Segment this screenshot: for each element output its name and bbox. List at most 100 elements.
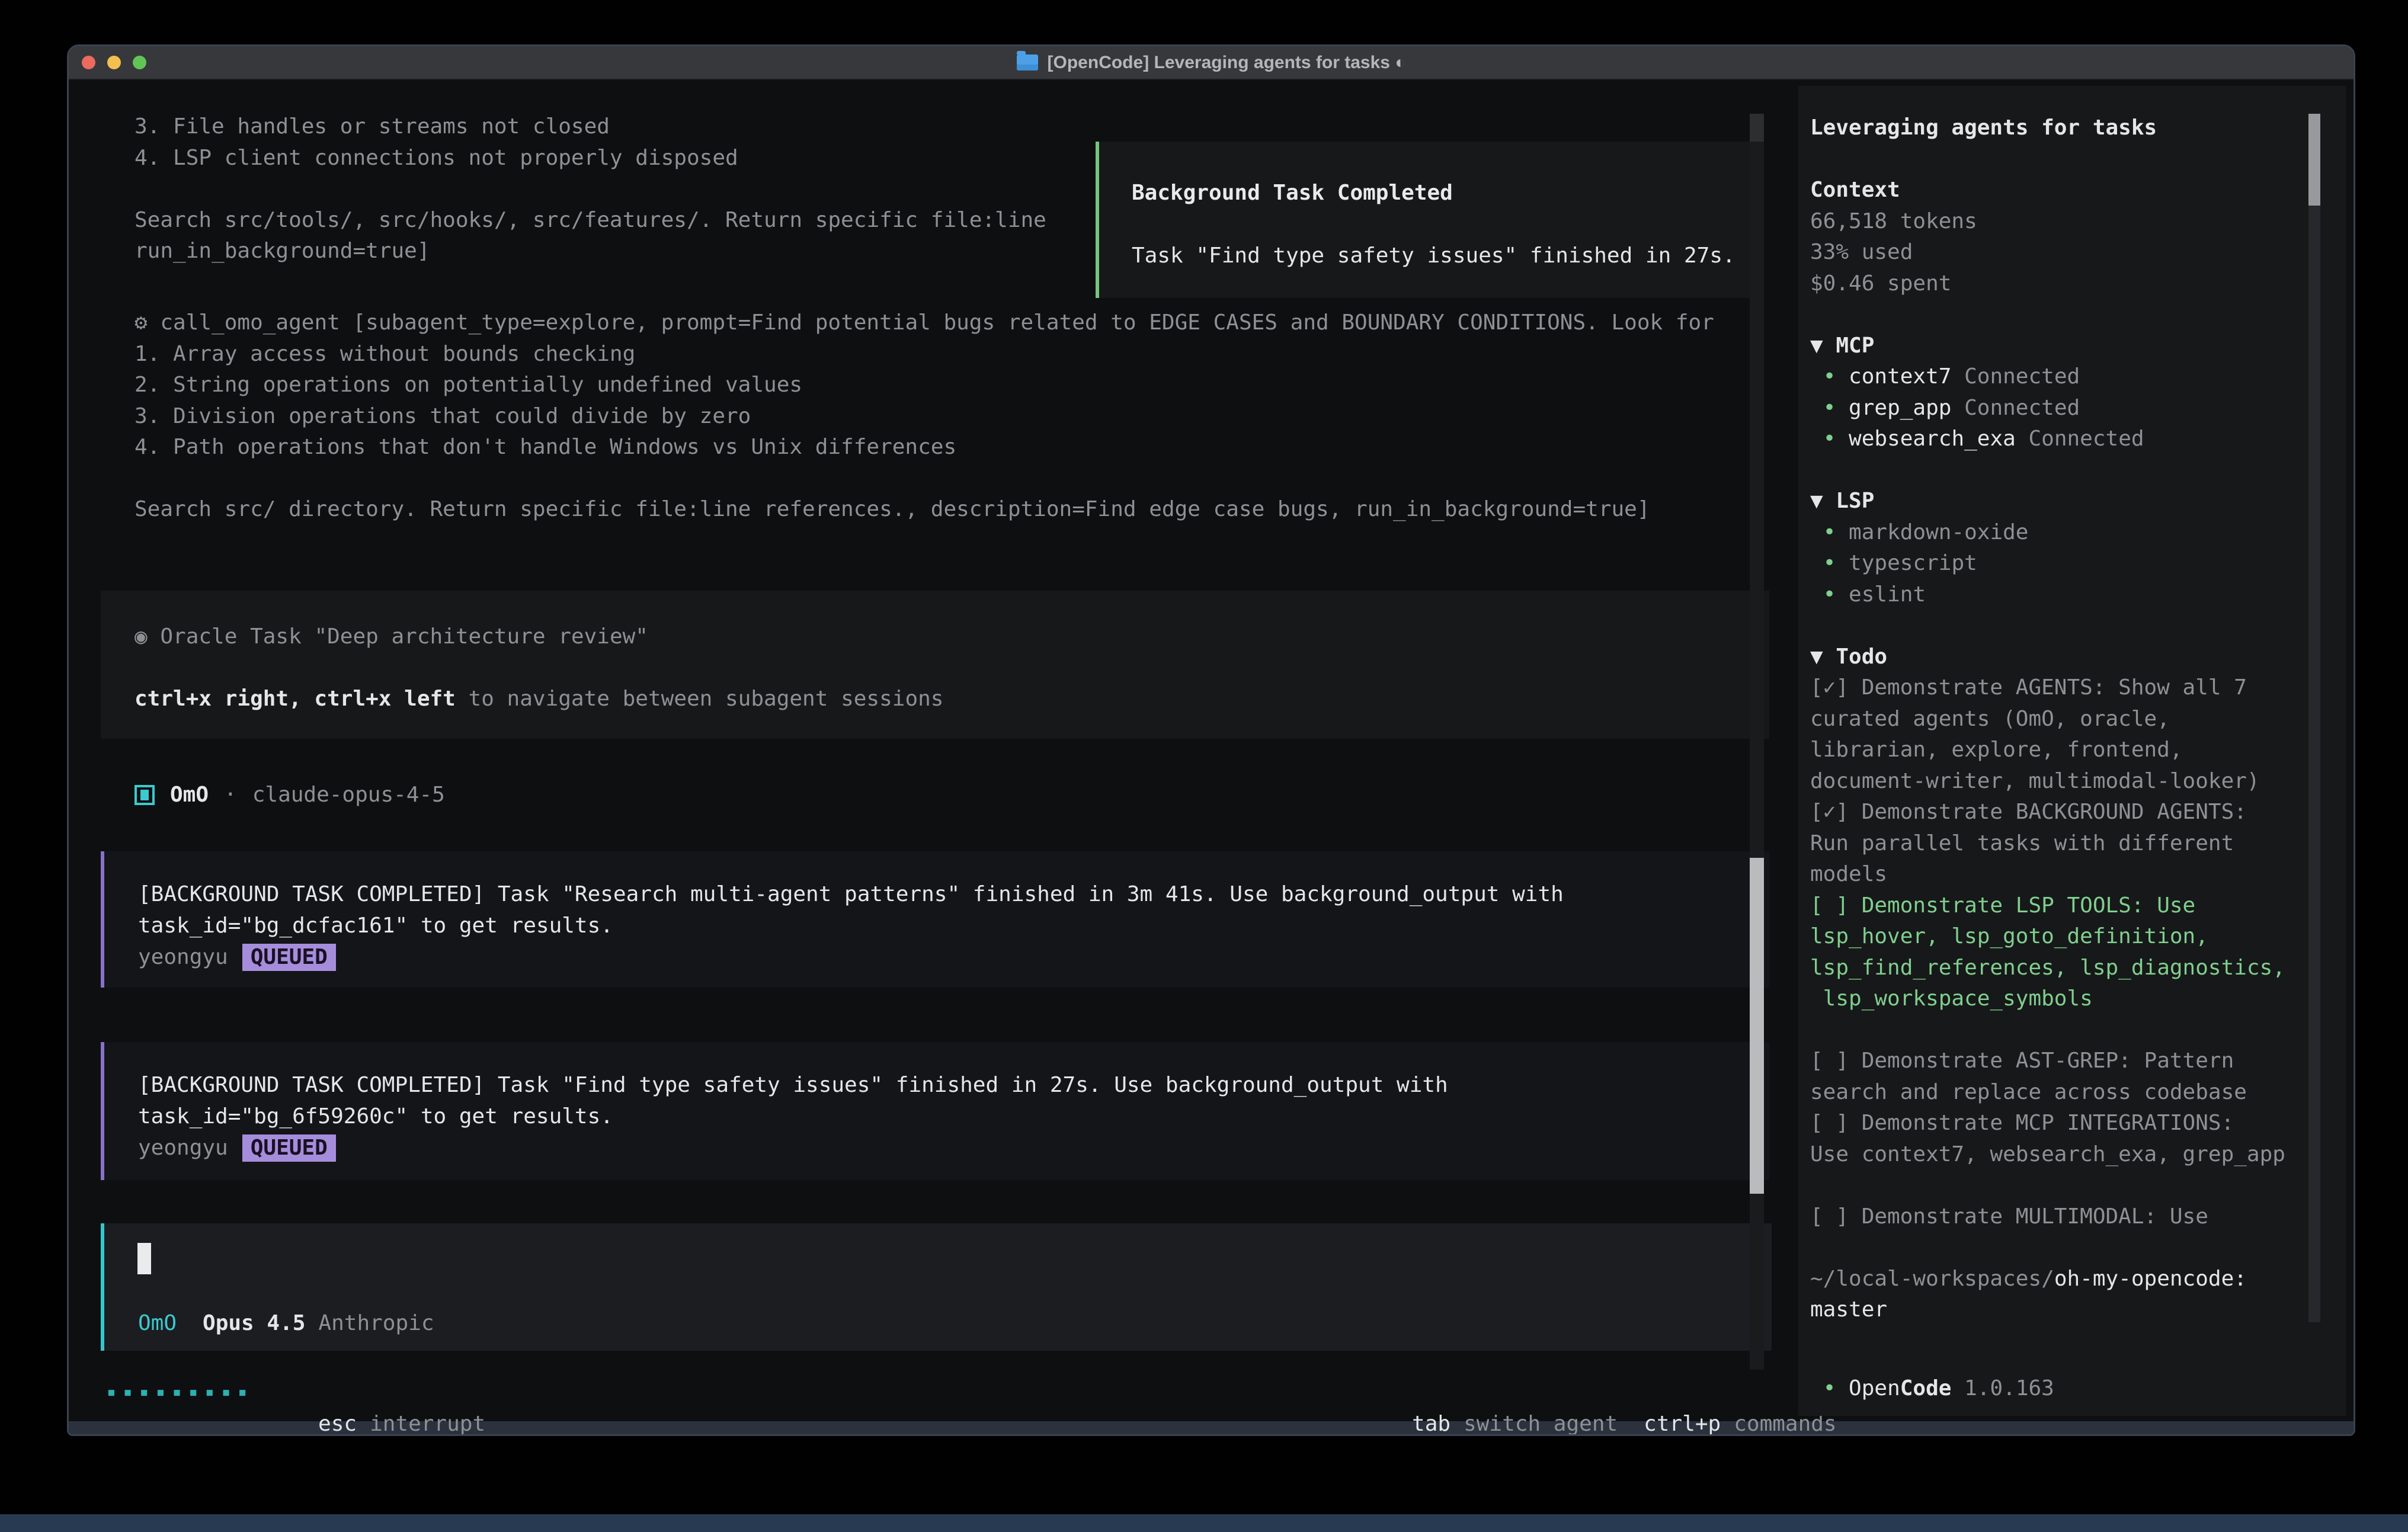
agent-icon-fill	[140, 790, 149, 800]
close-button[interactable]	[82, 56, 95, 69]
background-task-message: [BACKGROUND TASK COMPLETED] Task "Find t…	[101, 1042, 1769, 1180]
app-window: [OpenCode] Leveraging agents for tasks ◐…	[67, 44, 2355, 1436]
sidebar-scrollbar-thumb[interactable]	[2308, 114, 2320, 206]
terminal-line: [✓] Demonstrate AGENTS: Show all 7	[1810, 672, 2346, 704]
terminal-line: curated agents (OmO, oracle,	[1810, 704, 2346, 735]
line-segment: ~/local-workspaces/	[1810, 1267, 2054, 1291]
scrollbar-track[interactable]	[1750, 114, 1764, 1370]
text-cursor	[137, 1243, 151, 1274]
line-segment: models	[1810, 862, 1887, 886]
keyhint-label: interrupt	[370, 1412, 485, 1436]
line-segment: run_in_background=true]	[135, 239, 430, 263]
terminal-line: Run parallel tasks with different	[1810, 828, 2346, 860]
task-message-lines: [BACKGROUND TASK COMPLETED] Task "Resear…	[138, 879, 1769, 941]
terminal-line: Use context7, websearch_exa, grep_app	[1810, 1139, 2346, 1171]
line-segment: 3. Division operations that could divide…	[135, 404, 751, 428]
terminal-line	[135, 463, 1770, 495]
line-segment	[1810, 520, 1823, 544]
terminal-line	[1810, 299, 2346, 331]
window-title: [OpenCode] Leveraging agents for tasks ◐	[1048, 53, 1406, 73]
line-segment: master	[1810, 1297, 1887, 1322]
prompt-input[interactable]: OmO Opus 4.5 Anthropic	[101, 1223, 1772, 1351]
line-segment: Context	[1810, 178, 1900, 202]
line-segment: 4. Path operations that don't handle Win…	[135, 435, 956, 459]
line-segment: Use context7, websearch_exa, grep_app	[1810, 1142, 2285, 1166]
terminal-pane: 3. File handles or streams not closed 4. …	[69, 80, 2353, 1421]
line-segment: 1. Array access without bounds checking	[135, 342, 635, 366]
terminal-line	[1810, 610, 2346, 642]
terminal-line: Context	[1810, 175, 2346, 206]
toast-body: Task "Find type safety issues" finished …	[1132, 240, 1756, 271]
terminal-line: ▼ LSP	[1810, 486, 2346, 517]
line-segment: eslint	[1849, 582, 1926, 607]
terminal-line: 1. Array access without bounds checking	[135, 339, 1770, 370]
line-segment	[1810, 396, 1823, 420]
sidebar-lines: Leveraging agents for tasks Context 66,51…	[1810, 113, 2346, 1326]
terminal-line: 2. String operations on potentially unde…	[135, 370, 1770, 401]
line-segment: Leveraging agents for tasks	[1810, 116, 2157, 140]
line-segment: 3. File handles or streams not closed	[135, 114, 610, 139]
line-segment: 66,518 tokens	[1810, 209, 1977, 233]
terminal-line: 3. File handles or streams not closed	[135, 111, 1046, 143]
line-segment: Oracle Task "Deep architecture review"	[160, 624, 648, 649]
line-segment: [ ] Demonstrate AST-GREP: Pattern	[1810, 1049, 2234, 1073]
line-segment: task_id="bg_6f59260c" to get results.	[138, 1104, 613, 1129]
line-segment: Connected	[2016, 427, 2144, 451]
key-tab: tab	[1412, 1412, 1450, 1436]
terminal-line: • grep_app Connected	[1810, 393, 2346, 424]
keyhint-label: switch agent	[1464, 1412, 1618, 1436]
line-segment: task_id="bg_dcfac161" to get results.	[138, 914, 613, 938]
terminal-line: 33% used	[1810, 237, 2346, 268]
line-segment	[1810, 364, 1823, 389]
line-segment: ◉	[135, 624, 160, 649]
terminal-line: lsp_find_references, lsp_diagnostics,	[1810, 953, 2346, 984]
terminal-line: 4. Path operations that don't handle Win…	[135, 432, 1770, 463]
activity-dots: ▪▪▪▪▪▪▪▪▪	[107, 1377, 254, 1408]
line-segment: markdown-oxide	[1849, 520, 2028, 544]
terminal-line: [ ] Demonstrate LSP TOOLS: Use	[1810, 890, 2346, 922]
minimize-button[interactable]	[107, 56, 121, 69]
status-badge: QUEUED	[242, 1134, 336, 1162]
terminal-line: [BACKGROUND TASK COMPLETED] Task "Resear…	[138, 879, 1769, 911]
background-task-toast[interactable]: Background Task Completed Task "Find typ…	[1096, 142, 1759, 298]
toast-title: Background Task Completed	[1132, 177, 1756, 209]
line-segment	[1810, 1376, 1823, 1400]
line-segment: lsp_find_references, lsp_diagnostics,	[1810, 956, 2285, 980]
line-segment: [BACKGROUND TASK COMPLETED] Task "Resear…	[138, 882, 1564, 906]
line-segment: ▼	[1810, 645, 1836, 669]
agent-icon	[135, 785, 155, 805]
sidebar: Leveraging agents for tasks Context 66,51…	[1798, 86, 2346, 1416]
folder-icon	[1017, 55, 1038, 70]
line-segment: Open	[1849, 1376, 1900, 1400]
spacer	[177, 1307, 203, 1339]
line-segment: Connected	[1951, 396, 2080, 420]
line-segment	[1810, 582, 1823, 607]
terminal-line: [ ] Demonstrate AST-GREP: Pattern	[1810, 1046, 2346, 1077]
line-segment: ⚙	[135, 310, 160, 335]
line-segment: Run parallel tasks with different	[1810, 831, 2234, 855]
terminal-line: task_id="bg_dcfac161" to get results.	[138, 911, 1769, 942]
traffic-lights	[82, 46, 146, 79]
scrollbar-thumb[interactable]	[1750, 114, 1764, 142]
sidebar-scrollbar-track[interactable]	[2308, 114, 2320, 1322]
terminal-line: $0.46 spent	[1810, 268, 2346, 300]
terminal-line: [✓] Demonstrate BACKGROUND AGENTS:	[1810, 797, 2346, 828]
terminal-line: [BACKGROUND TASK COMPLETED] Task "Find t…	[138, 1070, 1769, 1101]
scrollbar-thumb[interactable]	[1750, 858, 1764, 1194]
zoom-button[interactable]	[133, 56, 146, 69]
terminal-line: master	[1810, 1294, 2346, 1326]
model-name: Opus 4.5	[203, 1307, 305, 1339]
model-indicator: OmO Opus 4.5 Anthropic	[138, 1307, 434, 1339]
provider-name: Anthropic	[318, 1307, 434, 1339]
line-segment: search and replace across codebase	[1810, 1080, 2247, 1104]
line-segment: ▼	[1810, 489, 1836, 513]
terminal-line: [ ] Demonstrate MCP INTEGRATIONS:	[1810, 1108, 2346, 1139]
terminal-line: search and replace across codebase	[1810, 1077, 2346, 1108]
task-message-lines: [BACKGROUND TASK COMPLETED] Task "Find t…	[138, 1070, 1769, 1132]
line-segment: [ ] Demonstrate LSP TOOLS: Use	[1810, 893, 2195, 918]
line-segment: [BACKGROUND TASK COMPLETED] Task "Find t…	[138, 1073, 1448, 1097]
terminal-line: ⚙ call_omo_agent [subagent_type=explore,…	[135, 307, 1770, 339]
terminal-line: models	[1810, 859, 2346, 890]
agent-label: OmO	[138, 1307, 177, 1339]
terminal-line: ◉ Oracle Task "Deep architecture review"	[135, 621, 1769, 653]
